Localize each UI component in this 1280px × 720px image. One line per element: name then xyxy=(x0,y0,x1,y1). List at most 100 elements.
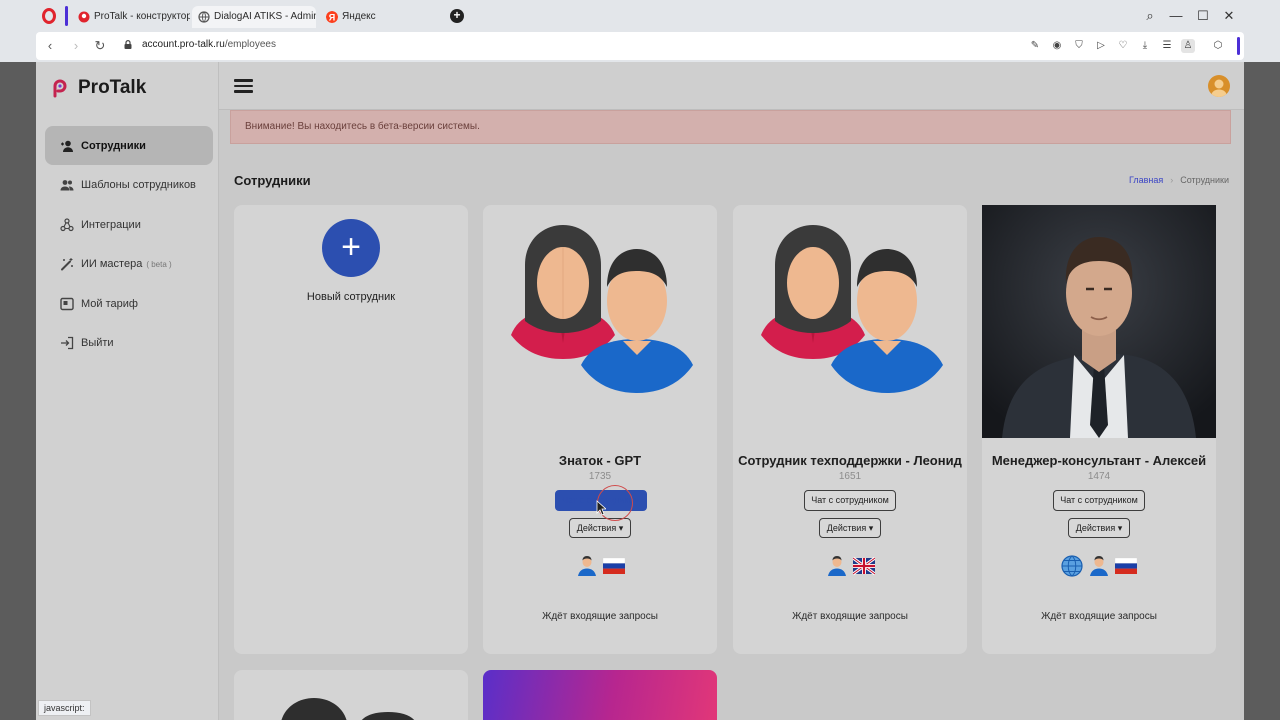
employee-name: Менеджер-консультант - Алексей xyxy=(991,453,1207,468)
protalk-favicon-icon xyxy=(78,11,90,23)
tab-label: ProTalk - конструктор GP xyxy=(94,11,190,22)
yandex-favicon-icon: Я xyxy=(326,11,338,23)
users-icon xyxy=(60,180,74,191)
camera-icon[interactable]: ◉ xyxy=(1050,39,1064,53)
back-icon[interactable]: ‹ xyxy=(42,38,58,54)
employee-avatar-pair-icon xyxy=(761,225,943,393)
tab-label: Яндекс xyxy=(342,11,376,22)
tariff-icon xyxy=(60,297,74,310)
breadcrumb-home-link[interactable]: Главная xyxy=(1129,175,1163,185)
brand[interactable]: ProTalk xyxy=(50,76,146,100)
mouse-cursor-icon xyxy=(596,500,606,516)
page: ProTalk Сотрудники Шаблоны сотрудников И… xyxy=(36,62,1244,720)
actions-dropdown-button[interactable]: Действия ▾ xyxy=(1068,518,1130,538)
chat-with-employee-button[interactable]: Чат с сотрудником xyxy=(804,490,896,511)
reload-icon[interactable]: ↻ xyxy=(92,38,108,54)
brand-name: ProTalk xyxy=(78,77,147,98)
tab-dialogai[interactable]: DialogAI ATIKS - Admin P xyxy=(192,6,316,28)
sidebar-item-employees[interactable]: Сотрудники xyxy=(45,126,213,165)
search-tabs-icon[interactable]: ⌕ xyxy=(1142,8,1158,24)
maximize-icon[interactable]: ☐ xyxy=(1195,8,1211,24)
employee-id: 1651 xyxy=(838,471,862,482)
tab-protalk[interactable]: ProTalk - конструктор GP xyxy=(72,6,190,28)
plus-icon[interactable]: + xyxy=(322,219,380,277)
top-bar xyxy=(219,62,1244,110)
url-path: /employees xyxy=(224,39,276,50)
sidebar-item-logout[interactable]: Выйти xyxy=(45,324,213,363)
edit-icon[interactable]: ✎ xyxy=(1028,39,1042,53)
employee-card: Знаток - GPT 1735 Чат с сотрудником Дейс… xyxy=(483,205,717,654)
russian-flag-icon xyxy=(602,557,625,574)
svg-text:Я: Я xyxy=(329,13,335,23)
download-icon[interactable]: ⤓ xyxy=(1138,39,1152,53)
magic-wand-icon xyxy=(61,258,73,271)
actions-dropdown-button[interactable]: Действия ▾ xyxy=(569,518,631,538)
sidebar-item-ai-masters[interactable]: ИИ мастера ( beta ) xyxy=(45,245,213,284)
beta-badge: ( beta ) xyxy=(146,259,172,269)
browser-chrome: ProTalk - конструктор GP DialogAI ATIKS … xyxy=(0,0,1280,62)
sidebar-item-templates[interactable]: Шаблоны сотрудников xyxy=(45,166,213,205)
tab-label: DialogAI ATIKS - Admin P xyxy=(214,11,316,22)
employee-avatar-pair-icon xyxy=(511,225,693,393)
sidebar-nav: Сотрудники Шаблоны сотрудников Интеграци… xyxy=(45,126,213,363)
sidebar-item-tariff[interactable]: Мой тариф xyxy=(45,284,213,323)
employee-card: Менеджер-консультант - Алексей 1474 Чат … xyxy=(982,205,1216,654)
url-text[interactable]: account.pro-talk.ru/employees xyxy=(142,39,276,50)
globe-icon xyxy=(1061,555,1083,577)
heart-icon[interactable]: ♡ xyxy=(1116,39,1130,53)
new-tab-icon[interactable]: + xyxy=(450,9,464,23)
logout-icon xyxy=(61,336,74,350)
employee-status: Ждёт входящие запросы xyxy=(792,611,908,622)
agent-icon xyxy=(1090,556,1108,576)
chat-with-employee-button[interactable]: Чат с сотрудником xyxy=(1053,490,1145,511)
integrations-icon xyxy=(60,217,74,231)
employee-photo xyxy=(982,205,1216,438)
breadcrumb: Главная › Сотрудники xyxy=(1129,175,1229,185)
shield-icon[interactable]: ⛉ xyxy=(1072,39,1086,53)
breadcrumb-current: Сотрудники xyxy=(1180,175,1229,185)
employee-status: Ждёт входящие запросы xyxy=(1041,611,1157,622)
address-bar[interactable]: ‹ › ↻ account.pro-talk.ru/employees ✎ ◉ … xyxy=(36,32,1244,60)
tab-accent xyxy=(65,6,68,26)
user-add-icon xyxy=(61,140,73,152)
employee-avatar-pair-icon xyxy=(281,698,415,720)
employee-id: 1735 xyxy=(588,471,612,482)
employee-card: Сотрудник техподдержки - Леонид 1651 Чат… xyxy=(733,205,967,654)
play-icon[interactable]: ▷ xyxy=(1094,39,1108,53)
main-content: Внимание! Вы находитесь в бета-версии си… xyxy=(219,62,1244,720)
new-employee-label: Новый сотрудник xyxy=(306,291,396,303)
profile-icon[interactable]: ♙ xyxy=(1181,39,1195,53)
close-window-icon[interactable]: ✕ xyxy=(1221,8,1237,24)
sidebar-item-integrations[interactable]: Интеграции xyxy=(45,205,213,244)
globe-favicon-icon xyxy=(198,11,210,23)
agent-icon xyxy=(827,556,846,576)
employee-card-partial[interactable] xyxy=(483,670,717,720)
lock-icon xyxy=(124,40,132,49)
hamburger-menu-icon[interactable] xyxy=(234,79,253,93)
employee-name: Сотрудник техподдержки - Леонид xyxy=(738,453,962,468)
new-employee-card[interactable]: + Новый сотрудник xyxy=(234,205,468,654)
minimize-icon[interactable]: — xyxy=(1168,8,1184,24)
agent-icon xyxy=(577,556,596,576)
menu-lines-icon[interactable]: ☰ xyxy=(1160,39,1174,53)
url-host: account.pro-talk.ru xyxy=(142,39,225,50)
employee-status: Ждёт входящие запросы xyxy=(542,611,658,622)
actions-label: Действия xyxy=(826,523,867,533)
beta-alert: Внимание! Вы находитесь в бета-версии си… xyxy=(230,110,1231,144)
sidebar-item-label: Мой тариф xyxy=(81,297,138,310)
page-title: Сотрудники xyxy=(234,173,311,188)
employee-tags xyxy=(982,555,1216,577)
extension-cube-icon[interactable]: ⬡ xyxy=(1211,39,1225,53)
user-avatar[interactable] xyxy=(1208,75,1230,97)
forward-icon[interactable]: › xyxy=(68,38,84,54)
tab-yandex[interactable]: Я Яндекс xyxy=(320,6,440,28)
actions-label: Действия xyxy=(576,523,617,533)
opera-logo-icon[interactable] xyxy=(42,8,56,24)
employee-card-partial[interactable] xyxy=(234,670,468,720)
sidebar-accent xyxy=(1237,37,1240,55)
sidebar-item-label: Интеграции xyxy=(81,218,141,231)
sidebar-item-label: ИИ мастера xyxy=(81,258,143,270)
breadcrumb-separator-icon: › xyxy=(1170,175,1174,185)
actions-dropdown-button[interactable]: Действия ▾ xyxy=(819,518,881,538)
sidebar: ProTalk Сотрудники Шаблоны сотрудников И… xyxy=(36,62,219,720)
